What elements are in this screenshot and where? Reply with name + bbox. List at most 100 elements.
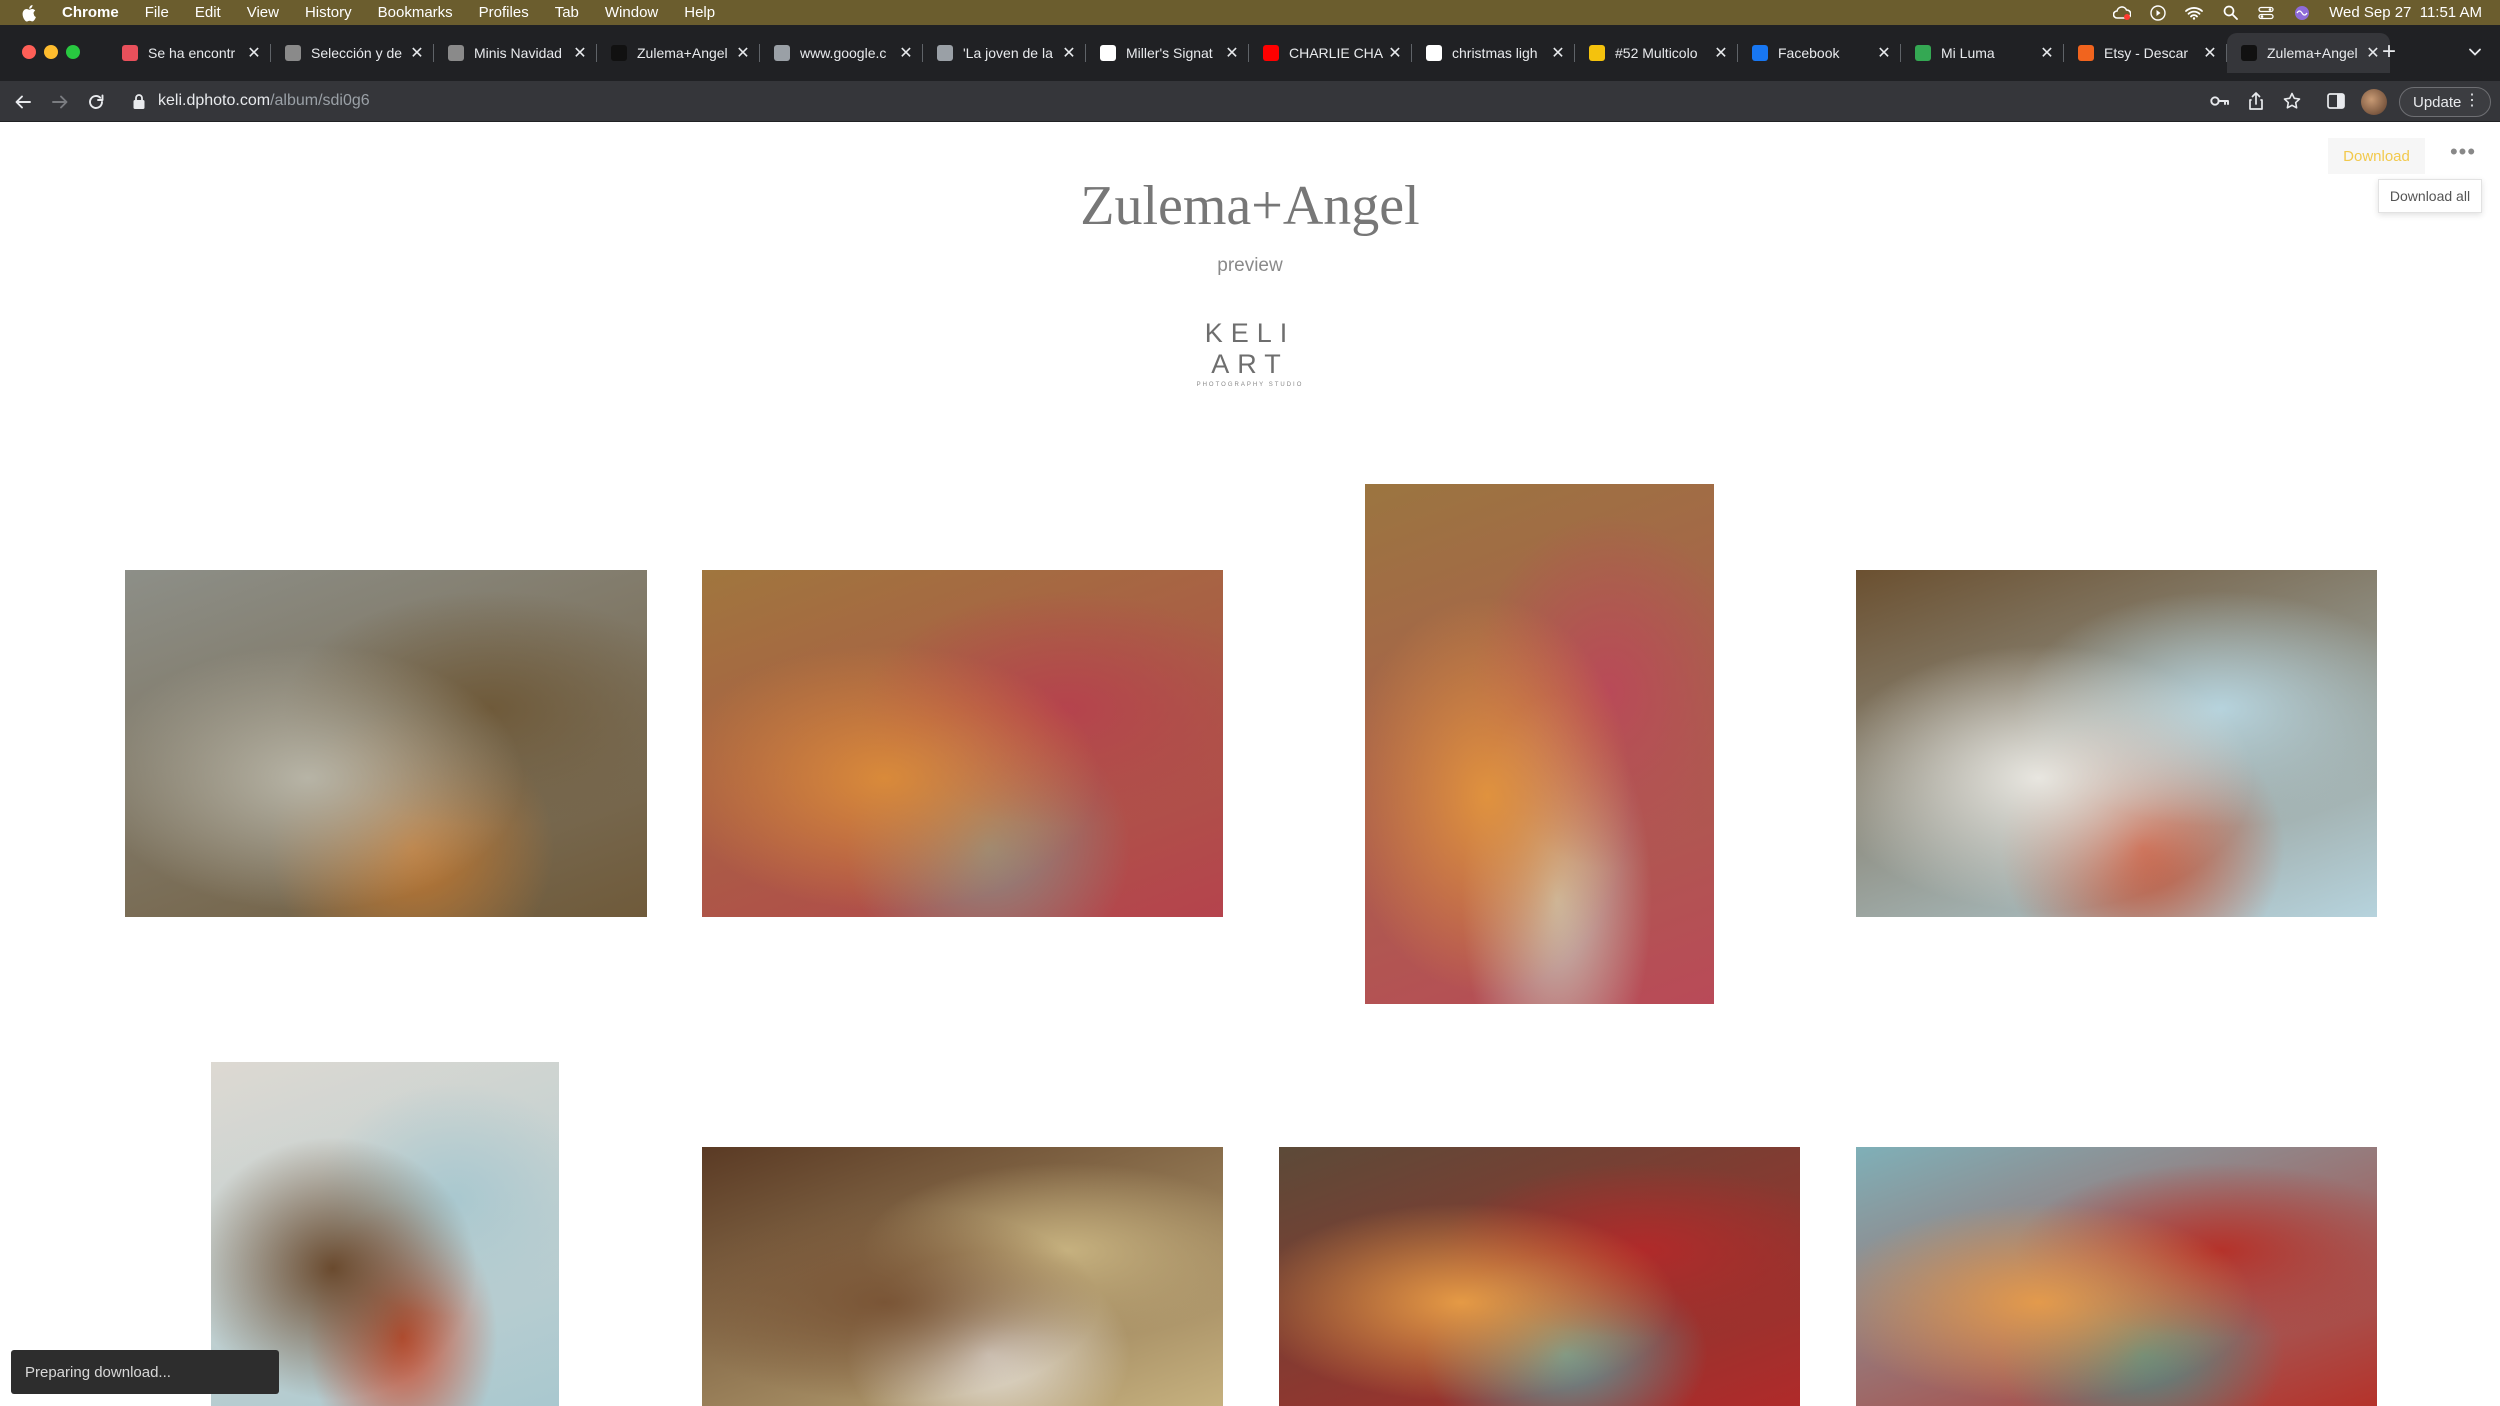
lock-icon[interactable] bbox=[132, 93, 146, 110]
tab-title: 'La joven de la bbox=[963, 45, 1053, 61]
site-favicon-icon bbox=[2241, 45, 2257, 61]
forward-arrow-icon[interactable] bbox=[47, 89, 73, 115]
window-zoom-button[interactable] bbox=[66, 45, 80, 59]
tab-la-joven[interactable]: 'La joven de la ✕ bbox=[923, 33, 1086, 73]
macos-menubar: Chrome File Edit View History Bookmarks … bbox=[0, 0, 2500, 25]
menubar-datetime[interactable]: Wed Sep 27 11:51 AM bbox=[2329, 4, 2482, 21]
photo-thumbnail[interactable] bbox=[1856, 570, 2377, 917]
f-logo-icon bbox=[1589, 45, 1605, 61]
studio-logo[interactable]: KELI ART PHOTOGRAPHY STUDIO bbox=[1170, 318, 1330, 388]
password-key-icon[interactable] bbox=[2209, 90, 2231, 112]
close-icon[interactable]: ✕ bbox=[897, 43, 915, 63]
menu-help[interactable]: Help bbox=[684, 4, 715, 21]
google-icon bbox=[1426, 45, 1442, 61]
tab-title: www.google.c bbox=[800, 45, 887, 61]
logo-subtext: PHOTOGRAPHY STUDIO bbox=[1196, 382, 1304, 388]
tab-zulema-angel-active[interactable]: Zulema+Angel ✕ bbox=[2227, 33, 2390, 73]
address-bar[interactable]: keli.dphoto.com/album/sdi0g6 bbox=[118, 85, 2238, 118]
etsy-icon bbox=[2078, 45, 2094, 61]
photo-thumbnail[interactable] bbox=[1856, 1147, 2377, 1406]
close-icon[interactable]: ✕ bbox=[734, 43, 752, 63]
menu-app-name[interactable]: Chrome bbox=[62, 4, 119, 21]
close-icon[interactable]: ✕ bbox=[1549, 43, 1567, 63]
window-close-button[interactable] bbox=[22, 45, 36, 59]
reload-icon[interactable] bbox=[83, 89, 109, 115]
photo-thumbnail[interactable] bbox=[1365, 484, 1714, 1004]
album-subtitle: preview bbox=[1217, 255, 1283, 276]
spotlight-search-icon[interactable] bbox=[2221, 5, 2239, 21]
photo-thumbnail[interactable] bbox=[1279, 1147, 1800, 1406]
tab-mi-luma[interactable]: Mi Luma ✕ bbox=[1901, 33, 2064, 73]
tab-seleccion[interactable]: Selección y de ✕ bbox=[271, 33, 434, 73]
tab-52-multicolor[interactable]: #52 Multicolo ✕ bbox=[1575, 33, 1738, 73]
globe-icon bbox=[774, 45, 790, 61]
update-button[interactable]: Update ⋮ bbox=[2399, 87, 2491, 117]
close-icon[interactable]: ✕ bbox=[1060, 43, 1078, 63]
siri-icon[interactable] bbox=[2293, 5, 2311, 21]
bookmark-star-icon[interactable] bbox=[2281, 90, 2303, 112]
close-icon[interactable]: ✕ bbox=[2201, 43, 2219, 63]
tab-millers-signature[interactable]: Miller's Signat ✕ bbox=[1086, 33, 1249, 73]
m-logo-icon bbox=[1100, 45, 1116, 61]
share-icon[interactable] bbox=[2245, 90, 2267, 112]
close-icon[interactable]: ✕ bbox=[1712, 43, 1730, 63]
close-icon[interactable]: ✕ bbox=[1386, 43, 1404, 63]
wifi-icon[interactable] bbox=[2185, 5, 2204, 21]
menu-profiles[interactable]: Profiles bbox=[479, 4, 529, 21]
download-status-toast[interactable]: Preparing download... bbox=[11, 1350, 279, 1394]
tab-zulema-angel-1[interactable]: Zulema+Angel ✕ bbox=[597, 33, 760, 73]
tab-strip: Se ha encontr ✕ Selección y de ✕ Minis Nav… bbox=[0, 25, 2500, 81]
new-tab-plus-icon[interactable]: + bbox=[2376, 37, 2402, 67]
control-center-icon[interactable] bbox=[2257, 5, 2275, 21]
menu-window[interactable]: Window bbox=[605, 4, 658, 21]
photo-thumbnail[interactable] bbox=[702, 1147, 1223, 1406]
download-button[interactable]: Download bbox=[2328, 138, 2425, 174]
tab-etsy[interactable]: Etsy - Descar ✕ bbox=[2064, 33, 2227, 73]
tab-google[interactable]: www.google.c ✕ bbox=[760, 33, 923, 73]
logo-wordmark: KELI ART bbox=[1204, 318, 1296, 379]
menu-tab[interactable]: Tab bbox=[555, 4, 579, 21]
cube-icon bbox=[285, 45, 301, 61]
facebook-icon bbox=[1752, 45, 1768, 61]
url-path: /album/sdi0g6 bbox=[270, 92, 370, 109]
creative-cloud-icon[interactable] bbox=[2113, 5, 2132, 21]
tab-facebook[interactable]: Facebook ✕ bbox=[1738, 33, 1901, 73]
close-icon[interactable]: ✕ bbox=[1875, 43, 1893, 63]
close-icon[interactable]: ✕ bbox=[571, 43, 589, 63]
window-minimize-button[interactable] bbox=[44, 45, 58, 59]
more-options-icon[interactable]: ••• bbox=[2448, 140, 2478, 170]
profile-avatar[interactable] bbox=[2361, 89, 2387, 115]
back-arrow-icon[interactable] bbox=[10, 89, 36, 115]
chevron-down-icon[interactable] bbox=[2464, 41, 2486, 63]
side-panel-icon[interactable] bbox=[2325, 90, 2347, 112]
tab-title: Facebook bbox=[1778, 45, 1840, 61]
close-icon[interactable]: ✕ bbox=[408, 43, 426, 63]
close-icon[interactable]: ✕ bbox=[245, 43, 263, 63]
tab-christmas-lights[interactable]: christmas ligh ✕ bbox=[1412, 33, 1575, 73]
play-circle-icon[interactable] bbox=[2149, 4, 2167, 21]
menu-file[interactable]: File bbox=[145, 4, 169, 21]
update-label: Update bbox=[2413, 93, 2462, 111]
menu-bookmarks[interactable]: Bookmarks bbox=[378, 4, 453, 21]
menu-edit[interactable]: Edit bbox=[195, 4, 221, 21]
apple-icon[interactable] bbox=[22, 4, 40, 22]
tab-title: CHARLIE CHA bbox=[1289, 45, 1384, 61]
menu-view[interactable]: View bbox=[247, 4, 279, 21]
tab-se-ha-encontrado[interactable]: Se ha encontr ✕ bbox=[108, 33, 271, 73]
photo-thumbnail[interactable] bbox=[702, 570, 1223, 917]
tab-title: christmas ligh bbox=[1452, 45, 1538, 61]
tab-minis-navidad[interactable]: Minis Navidad ✕ bbox=[434, 33, 597, 73]
url-text[interactable]: keli.dphoto.com/album/sdi0g6 bbox=[158, 92, 370, 110]
more-vert-icon[interactable]: ⋮ bbox=[2464, 93, 2480, 109]
tab-title: Minis Navidad bbox=[474, 45, 562, 61]
album-page: Download ••• Download all Zulema+Angel p… bbox=[0, 122, 2500, 1406]
close-icon[interactable]: ✕ bbox=[2038, 43, 2056, 63]
tab-title: Mi Luma bbox=[1941, 45, 1995, 61]
close-icon[interactable]: ✕ bbox=[1223, 43, 1241, 63]
tab-title: Se ha encontr bbox=[148, 45, 236, 61]
url-domain: keli.dphoto.com bbox=[158, 92, 271, 109]
tab-charlie-cha[interactable]: CHARLIE CHA ✕ bbox=[1249, 33, 1412, 73]
menu-history[interactable]: History bbox=[305, 4, 352, 21]
tab-title: #52 Multicolo bbox=[1615, 45, 1698, 61]
photo-thumbnail[interactable] bbox=[125, 570, 647, 917]
